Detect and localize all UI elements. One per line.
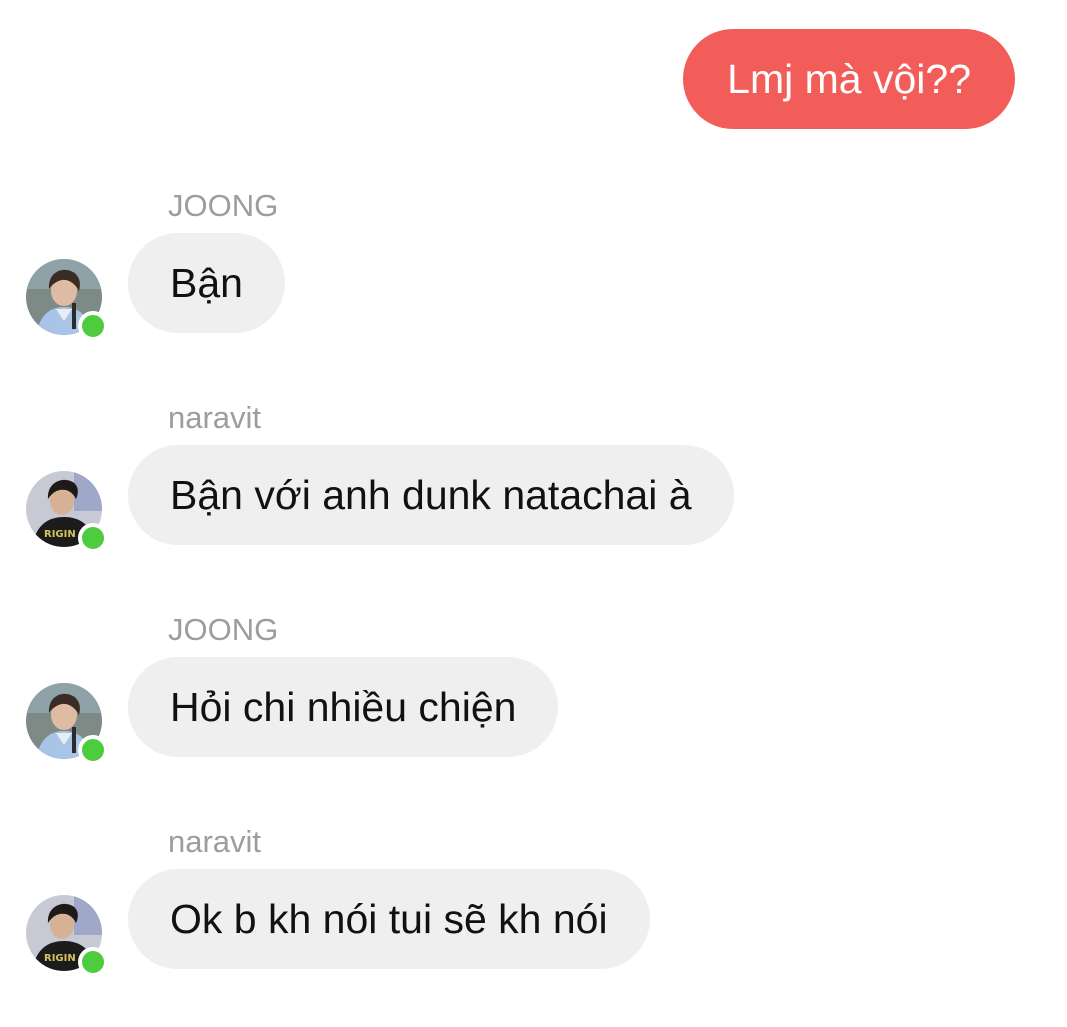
- online-status-dot: [78, 311, 108, 341]
- svg-text:RIGIN: RIGIN: [44, 529, 76, 540]
- sender-name: naravit: [168, 824, 262, 859]
- avatar[interactable]: RIGIN: [26, 895, 108, 977]
- incoming-message-bubble[interactable]: Bận với anh dunk natachai à: [128, 445, 734, 545]
- chat-thread: Lmj mà vội?? JOONG Bận naravit RIGIN Bận…: [0, 0, 1067, 1027]
- sender-name: naravit: [168, 400, 262, 435]
- online-status-dot: [78, 523, 108, 553]
- outgoing-message-bubble[interactable]: Lmj mà vội??: [683, 29, 1015, 129]
- incoming-message-bubble[interactable]: Ok b kh nói tui sẽ kh nói: [128, 869, 650, 969]
- message-group: JOONG Hỏi chi nhiều chiện: [0, 610, 1067, 780]
- message-group: JOONG Bận: [0, 186, 1067, 356]
- message-group: naravit RIGIN Bận với anh dunk natachai …: [0, 398, 1067, 568]
- incoming-message-bubble[interactable]: Bận: [128, 233, 285, 333]
- avatar[interactable]: [26, 683, 108, 765]
- svg-text:RIGIN: RIGIN: [44, 953, 76, 964]
- sender-name: JOONG: [168, 612, 279, 647]
- sender-name: JOONG: [168, 188, 279, 223]
- avatar[interactable]: [26, 259, 108, 341]
- avatar[interactable]: RIGIN: [26, 471, 108, 553]
- message-group: naravit RIGIN Ok b kh nói tui sẽ kh nói: [0, 822, 1067, 992]
- incoming-message-bubble[interactable]: Hỏi chi nhiều chiện: [128, 657, 559, 757]
- online-status-dot: [78, 735, 108, 765]
- online-status-dot: [78, 947, 108, 977]
